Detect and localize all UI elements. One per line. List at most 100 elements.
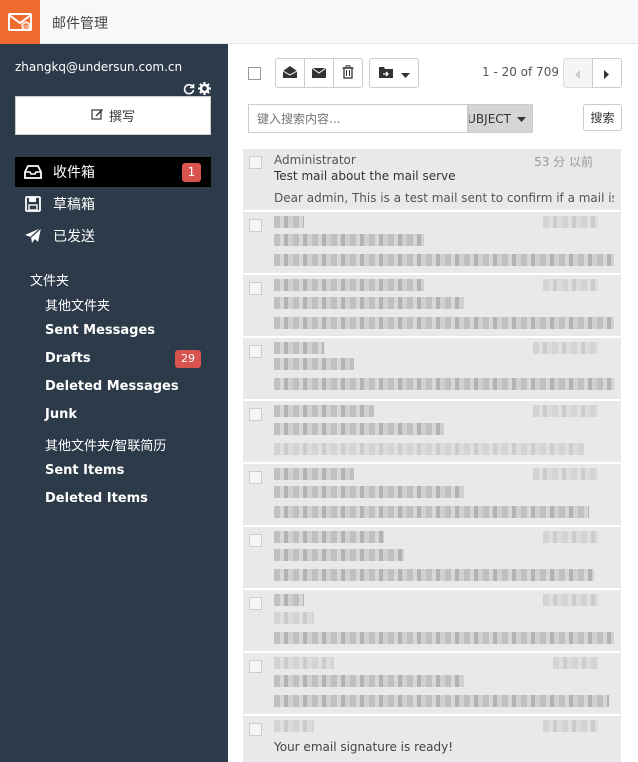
message-row-redacted[interactable] <box>243 590 621 652</box>
redacted-text <box>274 216 304 228</box>
redacted-text <box>274 358 354 370</box>
redacted-text <box>274 234 424 246</box>
search-field-value: SUBJECT <box>468 111 511 126</box>
mark-unread-button[interactable] <box>304 58 334 88</box>
redacted-text <box>543 279 598 291</box>
message-checkbox[interactable] <box>249 282 262 295</box>
message-row-redacted[interactable] <box>243 653 621 715</box>
redacted-text <box>274 405 374 417</box>
chevron-right-icon <box>604 64 610 83</box>
message-list: Administrator 53 分 以前 Test mail about th… <box>243 149 621 762</box>
message-row-redacted[interactable] <box>243 401 621 463</box>
folder-item[interactable]: Deleted Messages <box>45 379 179 394</box>
message-checkbox[interactable] <box>249 156 262 169</box>
message-time: 53 分 以前 <box>534 155 593 169</box>
message-checkbox[interactable] <box>249 345 262 358</box>
message-snippet: Dear admin, This is a test mail sent to … <box>274 191 614 205</box>
search-field-select[interactable]: SUBJECT <box>468 104 533 133</box>
message-checkbox[interactable] <box>249 471 262 484</box>
message-row-redacted[interactable] <box>243 338 621 400</box>
search-input[interactable] <box>248 104 468 133</box>
mail-at-icon[interactable]: @ <box>0 0 40 44</box>
redacted-text <box>274 423 444 435</box>
message-row-redacted[interactable] <box>243 212 621 274</box>
sidebar-item-label: 已发送 <box>53 229 95 245</box>
search-button[interactable]: 搜索 <box>583 104 622 131</box>
caret-down-icon <box>517 112 526 126</box>
redacted-text <box>274 675 464 687</box>
unread-count-badge: 1 <box>182 163 201 182</box>
drafts-count-badge: 29 <box>175 350 201 368</box>
redacted-text <box>543 531 598 543</box>
mark-read-button[interactable] <box>275 58 305 88</box>
trash-icon <box>342 64 354 83</box>
sidebar-item-inbox[interactable]: 收件箱 1 <box>15 157 211 187</box>
message-row[interactable]: Administrator 53 分 以前 Test mail about th… <box>243 149 621 211</box>
pagination-summary: 1 - 20 of 709 <box>482 65 559 79</box>
folder-item[interactable]: Drafts <box>45 351 91 366</box>
message-checkbox[interactable] <box>249 408 262 421</box>
compose-button[interactable]: 撰写 <box>15 96 211 135</box>
folder-item[interactable]: 其他文件夹/智联简历 <box>45 435 166 454</box>
message-from: Administrator <box>274 153 356 167</box>
message-row-redacted[interactable] <box>243 527 621 589</box>
folder-item[interactable]: Sent Messages <box>45 323 155 338</box>
redacted-text <box>274 657 334 669</box>
chevron-left-icon <box>575 64 581 83</box>
previous-page-button[interactable] <box>563 58 593 88</box>
redacted-text <box>533 468 598 480</box>
move-to-folder-button[interactable] <box>369 58 419 88</box>
paper-plane-icon <box>23 227 43 245</box>
edit-icon <box>91 107 104 124</box>
caret-down-icon <box>401 64 411 83</box>
redacted-text <box>274 378 614 390</box>
next-page-button[interactable] <box>592 58 622 88</box>
inbox-icon <box>23 165 43 179</box>
folders-heading: 文件夹 <box>30 274 70 289</box>
redacted-text <box>274 695 609 707</box>
message-row-redacted[interactable] <box>243 464 621 526</box>
compose-label: 撰写 <box>108 110 135 125</box>
redacted-text <box>274 486 464 498</box>
folder-item[interactable]: Junk <box>45 407 77 422</box>
redacted-text <box>274 506 589 518</box>
folder-item[interactable]: Sent Items <box>45 463 124 478</box>
folder-item[interactable]: 其他文件夹 <box>45 295 110 314</box>
save-icon <box>23 196 43 212</box>
redacted-text <box>274 549 404 561</box>
redacted-text <box>274 632 614 644</box>
delete-button[interactable] <box>333 58 363 88</box>
message-checkbox[interactable] <box>249 534 262 547</box>
sidebar-item-drafts[interactable]: 草稿箱 <box>15 189 211 219</box>
message-row-redacted[interactable]: Your email signature is ready! <box>243 716 621 762</box>
redacted-text <box>274 443 584 455</box>
message-row-redacted[interactable] <box>243 275 621 337</box>
folder-item[interactable]: Deleted Items <box>45 491 148 506</box>
sidebar-item-label: 收件箱 <box>53 165 95 181</box>
select-all-checkbox[interactable] <box>248 67 261 80</box>
folder-move-icon <box>378 64 394 83</box>
top-bar: @ 邮件管理 <box>0 0 638 44</box>
sidebar-item-label: 草稿箱 <box>53 197 95 213</box>
redacted-text <box>553 657 598 669</box>
redacted-text <box>274 594 304 606</box>
message-actions <box>275 58 363 88</box>
message-checkbox[interactable] <box>249 660 262 673</box>
envelope-open-icon <box>282 64 298 83</box>
message-subject: Test mail about the mail serve <box>274 169 456 183</box>
redacted-text <box>274 279 424 291</box>
redacted-text <box>274 342 324 354</box>
message-checkbox[interactable] <box>249 723 262 736</box>
envelope-icon <box>311 64 327 83</box>
redacted-text <box>274 297 464 309</box>
redacted-text <box>274 317 614 329</box>
app-title: 邮件管理 <box>52 16 108 32</box>
message-subject: Your email signature is ready! <box>274 740 454 754</box>
sidebar-item-sent[interactable]: 已发送 <box>15 221 211 251</box>
account-email: zhangkq@undersun.com.cn <box>15 60 183 74</box>
sidebar: zhangkq@undersun.com.cn 撰写 收件箱 1 草稿箱 已发送… <box>0 44 228 762</box>
message-checkbox[interactable] <box>249 219 262 232</box>
redacted-text <box>274 569 594 581</box>
message-checkbox[interactable] <box>249 597 262 610</box>
redacted-text <box>274 468 354 480</box>
